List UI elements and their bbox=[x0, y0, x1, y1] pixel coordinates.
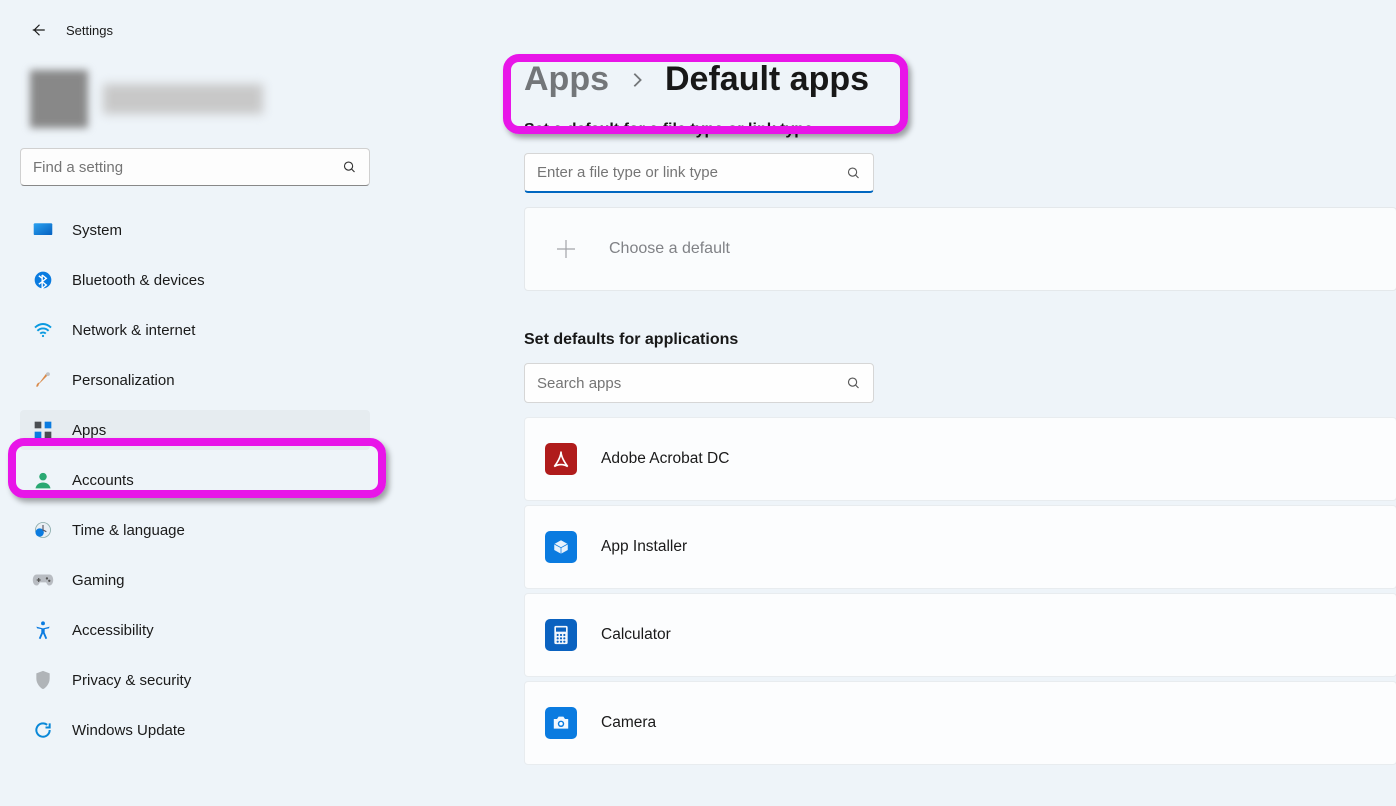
app-label: Adobe Acrobat DC bbox=[601, 450, 729, 468]
app-row-appinstaller[interactable]: App Installer bbox=[524, 505, 1396, 589]
choose-default-label: Choose a default bbox=[609, 240, 730, 258]
search-icon bbox=[846, 376, 861, 391]
window-title: Settings bbox=[66, 23, 113, 38]
filetype-search[interactable] bbox=[524, 153, 874, 193]
sidebar-item-apps[interactable]: Apps bbox=[20, 410, 370, 450]
paintbrush-icon bbox=[32, 369, 54, 391]
clock-globe-icon bbox=[32, 519, 54, 541]
sidebar-item-label: System bbox=[72, 222, 122, 239]
sidebar-item-gaming[interactable]: Gaming bbox=[20, 560, 370, 600]
breadcrumb-current: Default apps bbox=[665, 60, 869, 99]
apps-icon bbox=[32, 419, 54, 441]
gamepad-icon bbox=[32, 569, 54, 591]
avatar bbox=[30, 70, 88, 128]
sidebar-item-personalization[interactable]: Personalization bbox=[20, 360, 370, 400]
sidebar-item-label: Accounts bbox=[72, 472, 134, 489]
search-icon bbox=[846, 165, 861, 180]
breadcrumb-parent[interactable]: Apps bbox=[524, 60, 609, 99]
acrobat-icon bbox=[545, 443, 577, 475]
sidebar: System Bluetooth & devices Network & int… bbox=[0, 60, 390, 760]
filetype-search-input[interactable] bbox=[537, 164, 833, 181]
sidebar-item-label: Windows Update bbox=[72, 722, 185, 739]
sidebar-item-privacy[interactable]: Privacy & security bbox=[20, 660, 370, 700]
shield-icon bbox=[32, 669, 54, 691]
system-icon bbox=[32, 219, 54, 241]
update-icon bbox=[32, 719, 54, 741]
content-pane: Apps Default apps Set a default for a fi… bbox=[524, 60, 1396, 765]
search-icon bbox=[342, 160, 357, 175]
filetype-heading: Set a default for a file type or link ty… bbox=[524, 121, 1396, 139]
app-label: Calculator bbox=[601, 626, 671, 644]
app-label: App Installer bbox=[601, 538, 687, 556]
person-icon bbox=[32, 469, 54, 491]
sidebar-item-system[interactable]: System bbox=[20, 210, 370, 250]
app-row-acrobat[interactable]: Adobe Acrobat DC bbox=[524, 417, 1396, 501]
sidebar-item-label: Accessibility bbox=[72, 622, 154, 639]
nav-list: System Bluetooth & devices Network & int… bbox=[20, 210, 370, 760]
back-arrow-icon bbox=[29, 21, 47, 39]
sidebar-item-label: Time & language bbox=[72, 522, 185, 539]
choose-default-button[interactable]: Choose a default bbox=[524, 207, 1396, 291]
breadcrumb: Apps Default apps bbox=[524, 60, 1396, 99]
settings-search[interactable] bbox=[20, 148, 370, 186]
sidebar-item-label: Network & internet bbox=[72, 322, 195, 339]
sidebar-item-update[interactable]: Windows Update bbox=[20, 710, 370, 750]
profile-name bbox=[103, 84, 263, 114]
apps-search-input[interactable] bbox=[537, 375, 833, 392]
app-row-calculator[interactable]: Calculator bbox=[524, 593, 1396, 677]
plus-icon bbox=[551, 234, 581, 264]
appinstaller-icon bbox=[545, 531, 577, 563]
app-list: Adobe Acrobat DC App Installer Calculato… bbox=[524, 417, 1396, 765]
calculator-icon bbox=[545, 619, 577, 651]
camera-icon bbox=[545, 707, 577, 739]
sidebar-item-label: Bluetooth & devices bbox=[72, 272, 205, 289]
settings-search-input[interactable] bbox=[33, 159, 329, 176]
sidebar-item-time[interactable]: Time & language bbox=[20, 510, 370, 550]
sidebar-item-accessibility[interactable]: Accessibility bbox=[20, 610, 370, 650]
sidebar-item-label: Apps bbox=[72, 422, 106, 439]
sidebar-item-label: Gaming bbox=[72, 572, 125, 589]
sidebar-item-accounts[interactable]: Accounts bbox=[20, 460, 370, 500]
profile-block[interactable] bbox=[20, 70, 370, 128]
back-button[interactable] bbox=[20, 12, 56, 48]
wifi-icon bbox=[32, 319, 54, 341]
sidebar-item-label: Personalization bbox=[72, 372, 175, 389]
app-label: Camera bbox=[601, 714, 656, 732]
sidebar-item-label: Privacy & security bbox=[72, 672, 191, 689]
bluetooth-icon bbox=[32, 269, 54, 291]
window-header: Settings bbox=[0, 0, 1396, 50]
chevron-right-icon bbox=[631, 71, 643, 89]
apps-search[interactable] bbox=[524, 363, 874, 403]
app-row-camera[interactable]: Camera bbox=[524, 681, 1396, 765]
sidebar-item-network[interactable]: Network & internet bbox=[20, 310, 370, 350]
accessibility-icon bbox=[32, 619, 54, 641]
apps-heading: Set defaults for applications bbox=[524, 331, 1396, 349]
sidebar-item-bluetooth[interactable]: Bluetooth & devices bbox=[20, 260, 370, 300]
